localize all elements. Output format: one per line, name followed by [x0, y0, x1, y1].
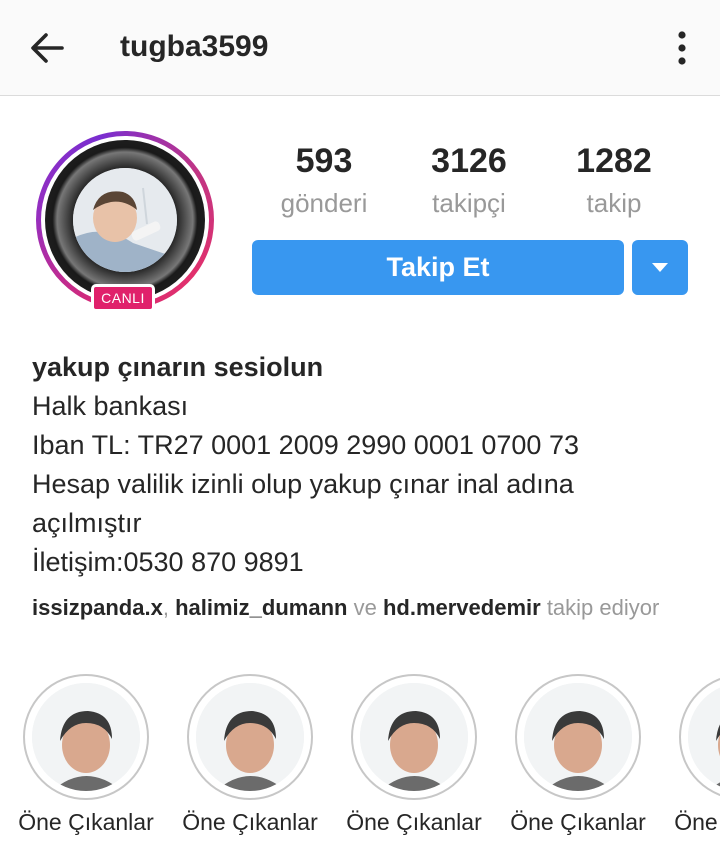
stat-following[interactable]: 1282 takip	[544, 140, 684, 220]
highlight-label: Öne Çıkanlar	[346, 809, 482, 835]
profile-bio: yakup çınarın sesiolun Halk bankası Iban…	[32, 348, 712, 582]
highlight-ring	[23, 674, 149, 800]
bio-line: Hesap valilik izinli olup yakup çınar in…	[32, 469, 574, 538]
live-badge: CANLI	[91, 284, 155, 312]
bio-full-name: yakup çınarın sesiolun	[32, 352, 324, 382]
suggestions-dropdown-button[interactable]	[632, 240, 688, 295]
highlight-ring	[515, 674, 641, 800]
highlight-ring	[187, 674, 313, 800]
following-label: takip	[586, 188, 642, 218]
highlight-ring	[679, 674, 720, 800]
highlight-label: Öne Çıkanlar	[674, 809, 720, 835]
more-options-button[interactable]	[664, 28, 700, 68]
back-button[interactable]	[26, 28, 68, 68]
highlight-label: Öne Çıkanlar	[182, 809, 318, 835]
story-highlights: Öne Çıkanlar Öne Çıkanlar Öne Çıkanlar Ö…	[0, 672, 720, 848]
profile-username: tugba3599	[120, 30, 269, 63]
top-bar: tugba3599	[0, 0, 720, 96]
follower-link[interactable]: halimiz_dumann	[175, 595, 347, 620]
followers-label: takipçi	[432, 188, 506, 218]
bio-line: Iban TL: TR27 0001 2009 2990 0001 0700 7…	[32, 430, 579, 460]
highlight-label: Öne Çıkanlar	[18, 809, 154, 835]
avatar-photo	[73, 168, 177, 272]
story-ring[interactable]	[36, 131, 214, 309]
posts-count: 593	[295, 142, 353, 180]
follower-link[interactable]: issizpanda.x	[32, 595, 163, 620]
separator: ,	[162, 595, 169, 620]
posts-label: gönderi	[280, 188, 368, 218]
bio-line: İletişim:0530 870 9891	[32, 547, 304, 577]
highlight-label: Öne Çıkanlar	[510, 809, 646, 835]
bio-line: Halk bankası	[32, 391, 189, 421]
highlight-cover	[360, 683, 468, 791]
avatar[interactable]	[45, 140, 205, 300]
highlight-cover	[524, 683, 632, 791]
followers-count: 3126	[431, 142, 507, 180]
highlight-cover	[688, 683, 720, 791]
follow-button[interactable]: Takip Et	[252, 240, 624, 295]
following-count: 1282	[576, 142, 652, 180]
arrow-left-icon	[31, 33, 64, 63]
followed-by-suffix: takip ediyor	[546, 595, 660, 620]
stat-followers[interactable]: 3126 takipçi	[399, 140, 539, 220]
stat-posts[interactable]: 593 gönderi	[254, 140, 394, 220]
caret-down-icon	[652, 263, 668, 272]
follower-link[interactable]: hd.mervedemir	[383, 595, 541, 620]
highlight-ring	[351, 674, 477, 800]
highlight-cover	[32, 683, 140, 791]
and-word: ve	[353, 595, 377, 620]
story-ring-gap	[41, 136, 209, 304]
highlight-cover	[196, 683, 304, 791]
vertical-dots-icon	[678, 31, 686, 65]
followed-by: issizpanda.x, halimiz_dumann ve hd.merve…	[32, 592, 720, 624]
